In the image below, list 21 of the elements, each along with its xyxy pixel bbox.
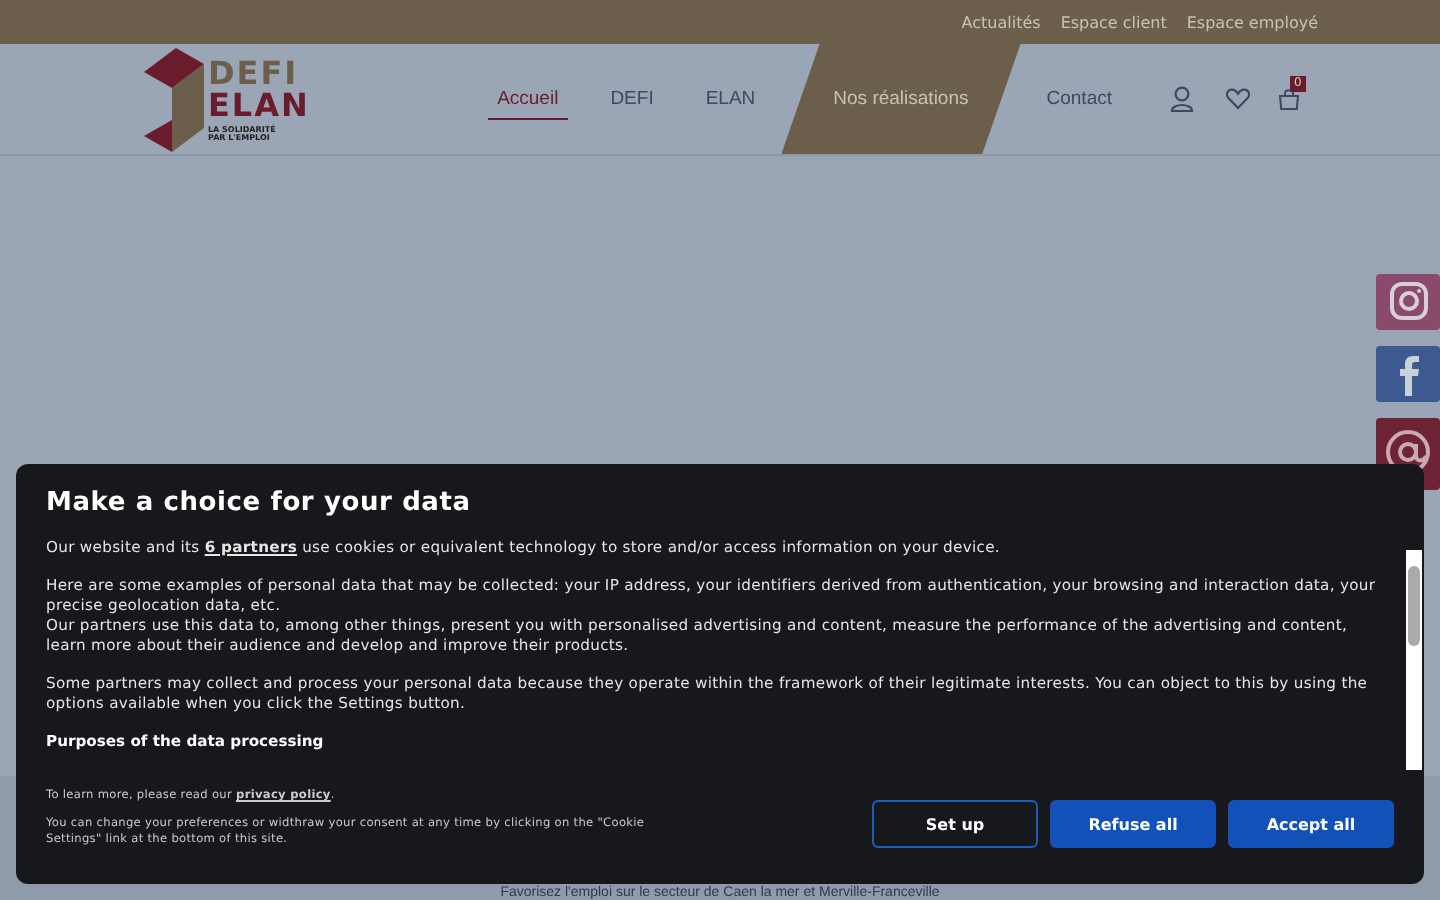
scrollbar[interactable] bbox=[1406, 550, 1422, 770]
nav-item[interactable]: Contact bbox=[1020, 44, 1138, 154]
nav-item[interactable]: Nos réalisations bbox=[781, 44, 1021, 154]
bag-icon[interactable] bbox=[1278, 88, 1300, 110]
consent-button[interactable]: Refuse all bbox=[1050, 800, 1216, 848]
top-link[interactable]: Espace client bbox=[1060, 13, 1167, 31]
nav-item[interactable]: Accueil bbox=[471, 44, 585, 154]
nav-item[interactable]: ELAN bbox=[679, 44, 782, 154]
top-link[interactable]: Espace employé bbox=[1186, 13, 1318, 31]
dialog-title: Make a choice for your data bbox=[46, 488, 473, 518]
heart-icon[interactable] bbox=[1226, 88, 1250, 110]
nav-item[interactable]: DEFI bbox=[584, 44, 680, 154]
logo-text: DEFI bbox=[208, 57, 301, 89]
logo-text: ELAN bbox=[208, 89, 310, 121]
logo-mark-icon bbox=[144, 47, 204, 151]
consent-button[interactable]: Set up bbox=[872, 800, 1038, 848]
top-link[interactable]: Actualités bbox=[961, 13, 1041, 31]
user-icon[interactable] bbox=[1170, 86, 1194, 112]
consent-button[interactable]: Accept all bbox=[1228, 800, 1394, 848]
instagram-icon[interactable] bbox=[1376, 274, 1440, 330]
facebook-icon[interactable] bbox=[1376, 346, 1440, 402]
